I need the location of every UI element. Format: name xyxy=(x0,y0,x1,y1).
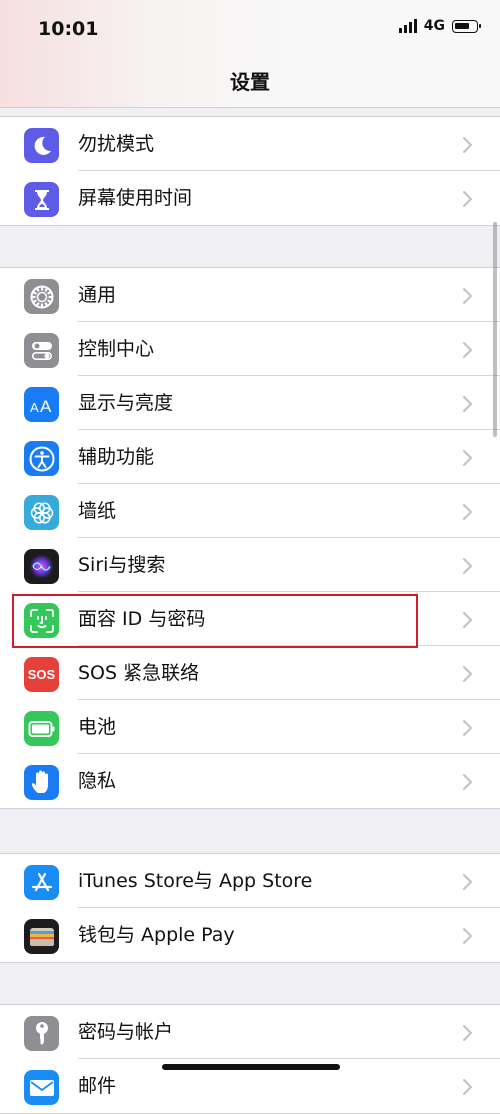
settings-group-stores: iTunes Store与 App Store 钱包与 Apple Pay xyxy=(0,853,500,963)
row-label: 控制中心 xyxy=(78,338,155,360)
chevron-right-icon xyxy=(460,719,474,737)
settings-row-wallet-apple-pay[interactable]: 钱包与 Apple Pay xyxy=(0,908,500,962)
settings-row-battery[interactable]: 电池 xyxy=(0,700,500,754)
hand-icon xyxy=(24,765,59,800)
row-label: 辅助功能 xyxy=(78,446,155,468)
row-label: 显示与亮度 xyxy=(78,392,174,414)
row-label: 通用 xyxy=(78,284,117,306)
settings-row-control-center[interactable]: 控制中心 xyxy=(0,322,500,376)
signal-icon xyxy=(398,19,417,33)
highlight-box xyxy=(12,594,418,648)
settings-row-accessibility[interactable]: 辅助功能 xyxy=(0,430,500,484)
row-label: 墙纸 xyxy=(78,500,117,522)
settings-group-general: 通用 控制中心 AA 显示与亮度 辅助功能 墙纸 Siri与搜索 面容 ID 与… xyxy=(0,267,500,809)
battery-icon xyxy=(24,711,59,746)
chevron-right-icon xyxy=(460,665,474,683)
settings-row-itunes-app-store[interactable]: iTunes Store与 App Store xyxy=(0,854,500,908)
row-label: 隐私 xyxy=(78,770,117,792)
accessibility-icon xyxy=(24,441,59,476)
top-bar: 10:01 4G 设置 xyxy=(0,0,500,108)
settings-row-emergency-sos[interactable]: SOS SOS 紧急联络 xyxy=(0,646,500,700)
scrollbar[interactable] xyxy=(493,222,497,437)
status-time: 10:01 xyxy=(38,18,99,40)
key-icon xyxy=(24,1016,59,1051)
flower-icon xyxy=(24,495,59,530)
sos-icon-label: SOS xyxy=(27,667,56,682)
siri-icon xyxy=(24,549,59,584)
wallet-icon xyxy=(24,919,59,954)
mail-icon xyxy=(24,1070,59,1105)
chevron-right-icon xyxy=(460,136,474,154)
settings-row-wallpaper[interactable]: 墙纸 xyxy=(0,484,500,538)
settings-row-display-brightness[interactable]: AA 显示与亮度 xyxy=(0,376,500,430)
settings-row-passwords-accounts[interactable]: 密码与帐户 xyxy=(0,1005,500,1059)
chevron-right-icon xyxy=(460,395,474,413)
chevron-right-icon xyxy=(460,611,474,629)
settings-group-accounts: 密码与帐户 邮件 xyxy=(0,1004,500,1114)
svg-text:A: A xyxy=(40,397,52,416)
row-label: 勿扰模式 xyxy=(78,133,155,155)
row-label: iTunes Store与 App Store xyxy=(78,870,313,892)
settings-row-general[interactable]: 通用 xyxy=(0,268,500,322)
settings-row-privacy[interactable]: 隐私 xyxy=(0,754,500,808)
settings-group-focus: 勿扰模式 屏幕使用时间 xyxy=(0,116,500,226)
page-title: 设置 xyxy=(230,70,270,94)
chevron-right-icon xyxy=(460,1078,474,1096)
row-label: SOS 紧急联络 xyxy=(78,662,200,684)
chevron-right-icon xyxy=(460,873,474,891)
chevron-right-icon xyxy=(460,449,474,467)
chevron-right-icon xyxy=(460,503,474,521)
moon-icon xyxy=(24,128,59,163)
network-type: 4G xyxy=(423,18,445,34)
settings-row-siri-search[interactable]: Siri与搜索 xyxy=(0,538,500,592)
settings-row-screen-time[interactable]: 屏幕使用时间 xyxy=(0,171,500,225)
svg-text:A: A xyxy=(30,400,39,415)
row-label: 钱包与 Apple Pay xyxy=(78,924,235,946)
sos-icon: SOS xyxy=(24,657,59,692)
chevron-right-icon xyxy=(460,341,474,359)
chevron-right-icon xyxy=(460,1024,474,1042)
battery-status-icon xyxy=(452,19,481,33)
text-size-icon: AA xyxy=(24,387,59,422)
chevron-right-icon xyxy=(460,557,474,575)
chevron-right-icon xyxy=(460,927,474,945)
row-label: 电池 xyxy=(78,716,117,738)
row-label: 邮件 xyxy=(78,1075,117,1097)
gear-icon xyxy=(24,279,59,314)
row-label: 屏幕使用时间 xyxy=(78,187,193,209)
chevron-right-icon xyxy=(460,287,474,305)
home-indicator[interactable] xyxy=(162,1064,340,1070)
row-label: 密码与帐户 xyxy=(78,1021,174,1043)
toggles-icon xyxy=(24,333,59,368)
chevron-right-icon xyxy=(460,773,474,791)
app-store-icon xyxy=(24,865,59,900)
settings-row-do-not-disturb[interactable]: 勿扰模式 xyxy=(0,117,500,171)
status-indicators: 4G xyxy=(398,18,481,34)
row-label: Siri与搜索 xyxy=(78,554,166,576)
chevron-right-icon xyxy=(460,190,474,208)
hourglass-icon xyxy=(24,182,59,217)
